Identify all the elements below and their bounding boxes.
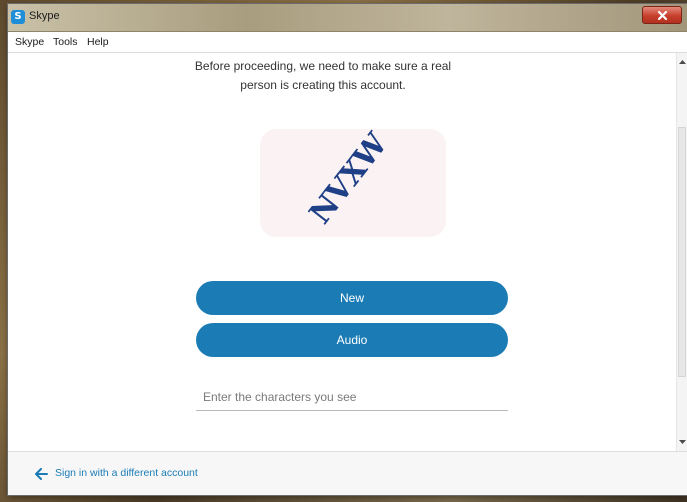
verification-prompt: Before proceeding, we need to make sure … — [158, 57, 488, 95]
window-title: Skype — [29, 10, 60, 22]
title-bar[interactable]: S Skype — [8, 4, 687, 32]
prompt-line-1: Before proceeding, we need to make sure … — [194, 59, 452, 73]
vertical-scrollbar[interactable] — [676, 53, 687, 451]
menu-item-tools[interactable]: Tools — [53, 36, 78, 48]
scroll-down-arrow-icon[interactable] — [677, 436, 687, 447]
back-link-label: Sign in with a different account — [55, 467, 198, 479]
menu-item-help[interactable]: Help — [87, 36, 109, 48]
footer: Sign in with a different account — [8, 451, 687, 495]
captcha-graphic: NVXW — [303, 129, 396, 231]
menu-item-skype[interactable]: Skype — [15, 36, 44, 48]
skype-window: S Skype Skype Tools Help Before proceedi… — [8, 4, 687, 495]
scroll-up-arrow-icon[interactable] — [677, 57, 687, 68]
audio-captcha-button[interactable]: Audio — [196, 323, 508, 357]
captcha-image: NVXW — [260, 129, 446, 237]
close-icon — [657, 10, 668, 21]
captcha-input[interactable] — [196, 383, 508, 411]
prompt-line-2: person is creating this account. — [240, 78, 406, 92]
main-content: Before proceeding, we need to make sure … — [8, 53, 676, 451]
menu-bar: Skype Tools Help — [8, 32, 687, 53]
arrow-left-icon — [35, 468, 48, 480]
skype-logo-icon: S — [11, 10, 25, 24]
new-captcha-button[interactable]: New — [196, 281, 508, 315]
scroll-thumb[interactable] — [678, 127, 686, 377]
close-button[interactable] — [642, 6, 682, 24]
captcha-text: NVXW — [303, 129, 396, 231]
